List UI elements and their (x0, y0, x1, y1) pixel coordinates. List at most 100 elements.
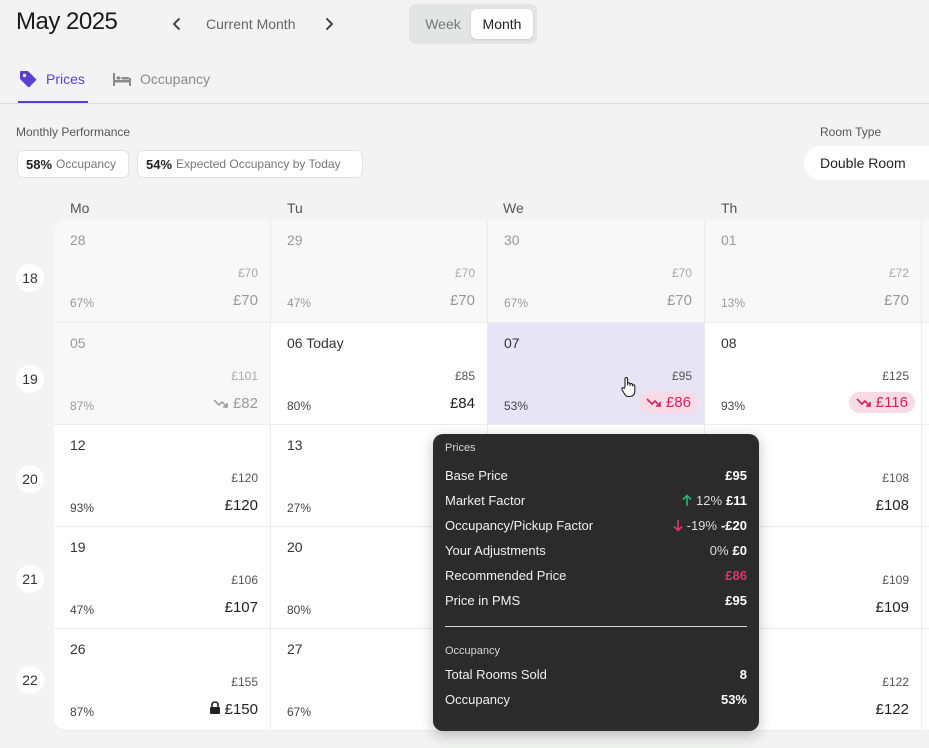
day-number: 05 (70, 335, 86, 351)
view-toggle: Week Month (409, 4, 537, 44)
day-occupancy: 47% (70, 603, 95, 617)
tooltip-divider (445, 626, 747, 627)
base-price: £72 (888, 266, 909, 280)
bed-icon (113, 73, 131, 86)
previous-month-button[interactable] (166, 10, 188, 38)
base-price: £85 (454, 369, 475, 383)
room-type-select[interactable]: Double Room (804, 146, 929, 180)
tooltip-prices-title: Prices (445, 442, 476, 454)
expected-occupancy-label: Expected Occupancy by Today (176, 157, 341, 171)
month-view-button[interactable]: Month (471, 9, 533, 39)
arrow-up-icon (682, 493, 692, 506)
recommended-price-value: £70 (449, 292, 475, 309)
monthly-performance-label: Monthly Performance (16, 125, 131, 139)
day-occupancy: 67% (504, 296, 529, 310)
recommended-price: £109 (876, 599, 909, 616)
base-price: £122 (882, 675, 909, 689)
tab-occupancy[interactable]: Occupancy (112, 68, 210, 90)
row-label: Price in PMS (445, 592, 521, 608)
week-number: 20 (16, 465, 44, 493)
day-occupancy: 53% (504, 399, 529, 413)
tabs-divider (0, 103, 929, 104)
recommended-price: £122 (876, 701, 909, 718)
hand-cursor-icon (620, 376, 638, 403)
calendar-day-cell[interactable]: 08 £125 93% £116 (705, 323, 922, 425)
week-number: 18 (16, 264, 44, 292)
tab-occupancy-label: Occupancy (140, 71, 211, 87)
calendar-day-cell[interactable] (922, 527, 929, 629)
page-title: May 2025 (16, 8, 118, 35)
calendar-day-cell[interactable]: 28 £70 67% £70 (54, 220, 271, 323)
trend-down-icon (646, 397, 661, 407)
base-price: £108 (882, 471, 909, 485)
recommended-price: £70 (233, 292, 258, 309)
day-occupancy: 47% (287, 296, 312, 310)
calendar-day-cell[interactable]: 30 £70 67% £70 (488, 220, 705, 323)
recommended-price-value: £70 (883, 292, 909, 309)
row-value: £95 (725, 467, 747, 483)
weekday-header: Tu (287, 200, 303, 216)
recommended-price-value: £116 (875, 394, 908, 411)
adjustments-percent: 0% (709, 542, 729, 558)
calendar-day-cell[interactable] (922, 629, 929, 731)
occupancy-value: 58% (26, 156, 53, 172)
recommended-price: £107 (225, 599, 258, 616)
market-factor-amount: £11 (726, 492, 747, 508)
day-occupancy: 13% (721, 296, 746, 310)
recommended-price: £70 (884, 292, 909, 309)
day-number: 29 (287, 232, 303, 248)
tooltip-row-occupancy: Occupancy 53% (445, 690, 747, 708)
row-label: Your Adjustments (445, 542, 546, 558)
week-number: 22 (16, 666, 44, 694)
lock-icon (209, 701, 221, 718)
chevron-left-icon (173, 18, 180, 30)
calendar-day-cell[interactable]: 05 £101 87% £82 (54, 323, 271, 425)
base-price: £120 (231, 471, 258, 485)
base-price: £109 (882, 573, 909, 587)
base-price: £101 (231, 369, 258, 383)
recommended-price: £108 (876, 497, 909, 514)
trend-down-icon (856, 397, 871, 407)
day-number: 01 (721, 232, 737, 248)
occupancy-pill: 58% Occupancy (17, 150, 129, 178)
day-occupancy: 67% (287, 705, 312, 719)
day-number: 06 Today (287, 335, 344, 351)
day-number: 19 (70, 539, 86, 555)
row-label: Recommended Price (445, 567, 567, 583)
day-occupancy: 87% (70, 399, 95, 413)
recommended-price: £120 (225, 497, 258, 514)
calendar-day-cell[interactable] (922, 425, 929, 527)
next-month-button[interactable] (318, 10, 340, 38)
calendar-day-cell[interactable]: 01 £72 13% £70 (705, 220, 922, 323)
calendar-day-cell-selected[interactable]: 07 £95 53% £86 (488, 323, 705, 425)
calendar-day-cell[interactable]: 19 £106 47% £107 (54, 527, 271, 629)
row-value: -19% -£20 (673, 518, 747, 533)
tab-prices[interactable]: Prices (18, 68, 85, 90)
calendar-day-cell[interactable] (922, 220, 929, 323)
calendar-day-cell[interactable]: 26 £155 87% £150 (54, 629, 271, 731)
recommended-price: £70 (450, 292, 475, 309)
day-occupancy: 93% (721, 399, 746, 413)
calendar-day-cell[interactable]: 29 £70 47% £70 (271, 220, 488, 323)
row-label: Base Price (445, 467, 508, 483)
occupancy-pill-label: Occupancy (56, 157, 117, 171)
row-value: 0% £0 (710, 543, 747, 558)
recommended-price: £82 (213, 395, 258, 412)
day-occupancy: 67% (70, 296, 95, 310)
calendar-day-cell[interactable]: 12 £120 93% £120 (54, 425, 271, 527)
tooltip-row-base-price: Base Price £95 (445, 466, 747, 484)
calendar-day-cell-today[interactable]: 06 Today £85 80% £84 (271, 323, 488, 425)
row-value: 53% (720, 691, 747, 707)
week-number: 21 (16, 565, 44, 593)
tooltip-row-price-in-pms: Price in PMS £95 (445, 591, 747, 609)
day-occupancy: 93% (70, 501, 95, 515)
week-view-button[interactable]: Week (414, 9, 472, 39)
tooltip-occupancy-title: Occupancy (445, 645, 501, 657)
expected-occupancy-value: 54% (146, 156, 173, 172)
weekday-header: Mo (70, 200, 90, 216)
current-month-button[interactable]: Current Month (206, 16, 295, 32)
tooltip-row-occupancy-factor: Occupancy/Pickup Factor -19% -£20 (445, 516, 747, 534)
market-factor-percent: 12% (695, 492, 723, 508)
weekday-header: We (503, 200, 524, 216)
calendar-day-cell[interactable] (922, 323, 929, 425)
